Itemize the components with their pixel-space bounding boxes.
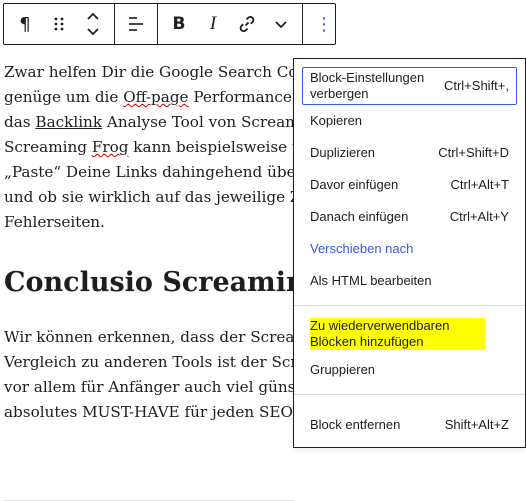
options-group: ⋮ [303,4,345,44]
paragraph-icon[interactable]: ¶ [8,4,42,44]
menu-item-insert-after[interactable]: Danach einfügen Ctrl+Alt+Y [302,201,517,233]
text-line: vor allem für Anfänger auch viel günstig… [4,378,333,396]
backlink-link[interactable]: Backlink [35,113,102,131]
text-line: und ob sie wirklich auf das jeweilige Zi… [4,188,335,206]
block-type-group: ¶ [4,4,115,44]
text-line: Zwar helfen Dir die Google Search Consol… [4,63,339,81]
menu-item-hide-block-settings[interactable]: Block-Einstellungen verbergen Ctrl+Shift… [302,67,517,105]
link-icon[interactable] [230,4,264,44]
text-line: Vergleich zu anderen Tools ist der Screa… [4,353,331,371]
spellcheck-word: Off-page [123,88,189,106]
drag-handle-icon[interactable] [42,4,76,44]
menu-group-remove: Block entfernen Shift+Alt+Z [294,395,525,449]
menu-item-label: Verschieben nach [310,241,414,256]
paragraph-2[interactable]: Wir können erkennen, dass der Screaming … [4,325,333,425]
text-line: Wir können erkennen, dass der Screaming [4,328,334,346]
text-line: Analyse Tool von Screaming [102,113,324,131]
menu-item-shortcut: Ctrl+Alt+Y [449,209,509,224]
menu-item-label: Danach einfügen [310,209,409,224]
more-formatting-chevron-icon[interactable] [264,4,298,44]
text-line: Screaming [4,138,92,156]
text-line: das [4,113,36,131]
menu-item-add-to-reusable-blocks[interactable]: Zu wiederverwendbaren Blöcken hinzufügen [302,314,517,354]
menu-item-edit-as-html[interactable]: Als HTML bearbeiten [302,265,517,297]
menu-item-label: Davor einfügen [310,177,399,192]
italic-button[interactable]: I [196,4,230,44]
menu-item-label: Block-Einstellungen verbergen [310,70,425,101]
block-toolbar: ¶ B I ⋮ [3,3,336,45]
menu-item-copy[interactable]: Kopieren [302,105,517,137]
menu-item-insert-before[interactable]: Davor einfügen Ctrl+Alt+T [302,169,517,201]
alignment-group [115,4,158,44]
align-icon[interactable] [119,4,153,44]
menu-group-reusable: Zu wiederverwendbaren Blöcken hinzufügen… [294,306,525,395]
menu-item-group[interactable]: Gruppieren [302,354,517,386]
text-line: „Paste“ Deine Links dahingehend überprü [4,163,330,181]
menu-item-label: Kopieren [310,113,363,128]
menu-item-duplicate[interactable]: Duplizieren Ctrl+Shift+D [302,137,517,169]
block-options-menu: Block-Einstellungen verbergen Ctrl+Shift… [293,58,526,448]
menu-item-label: Duplizieren [310,145,376,160]
menu-item-label: Block entfernen [310,417,401,432]
text-line: absolutes MUST-HAVE für jeden SEO. [4,403,297,421]
spellcheck-word: Frog [91,138,129,156]
menu-item-remove-block[interactable]: Block entfernen Shift+Alt+Z [302,409,517,441]
bold-button[interactable]: B [162,4,196,44]
text-line: Fehlerseiten. [4,213,105,231]
menu-item-shortcut: Shift+Alt+Z [444,417,509,432]
menu-item-move-to[interactable]: Verschieben nach [302,233,517,265]
section-heading[interactable]: Conclusio Screaming [4,265,325,301]
menu-item-shortcut: Ctrl+Alt+T [450,177,509,192]
menu-item-label: Gruppieren [310,362,376,377]
menu-item-shortcut: Ctrl+Shift+, [443,78,509,93]
move-up-down-icon[interactable] [76,4,110,44]
options-kebab-icon[interactable]: ⋮ [307,4,341,44]
text-line: genüge um die [4,88,124,106]
menu-item-label: Zu wiederverwendbaren Blöcken hinzufügen [310,318,485,350]
formatting-group: B I [158,4,303,44]
menu-item-label: Als HTML bearbeiten [310,273,432,288]
menu-item-shortcut: Ctrl+Shift+D [438,145,509,160]
menu-group-block-tools: Block-Einstellungen verbergen Ctrl+Shift… [294,59,525,306]
